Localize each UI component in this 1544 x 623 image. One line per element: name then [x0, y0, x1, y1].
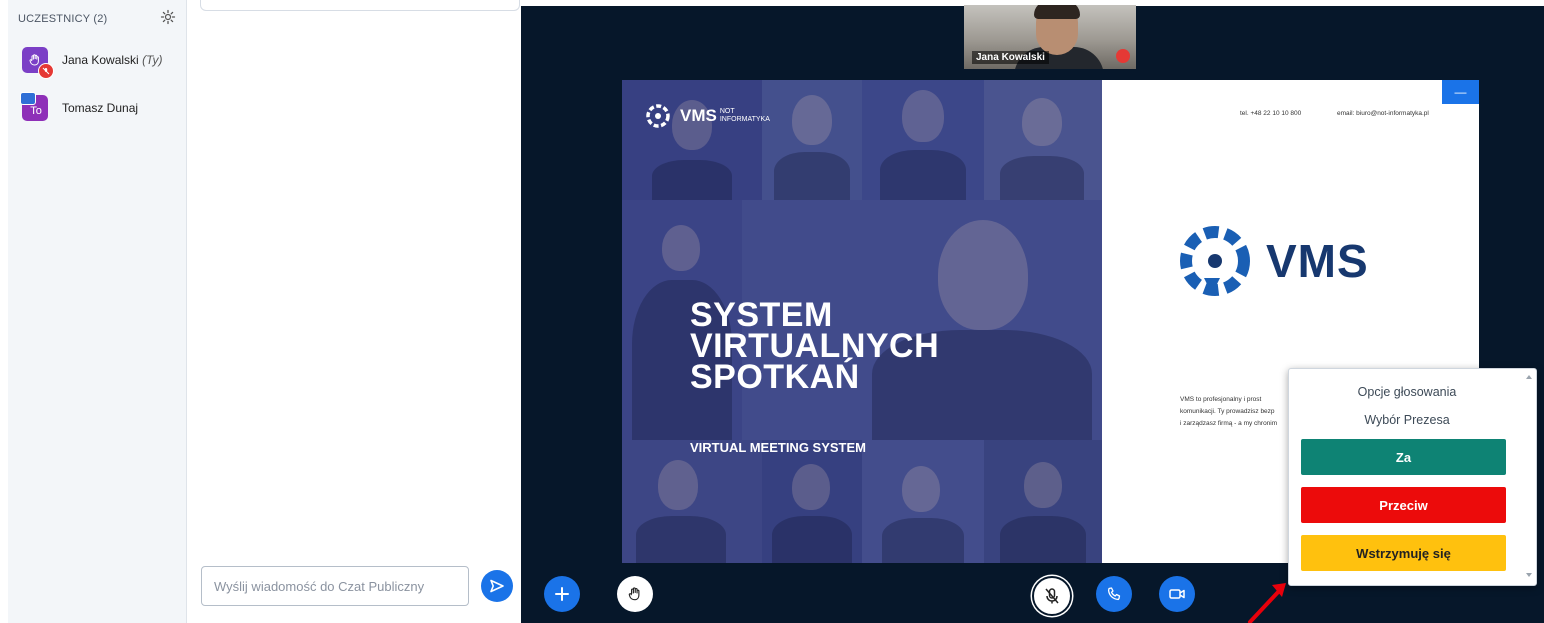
vms-logo-icon [646, 104, 670, 128]
participant-name: Jana Kowalski (Ty) [62, 53, 163, 67]
phone-icon [1107, 587, 1121, 601]
plus-icon [555, 587, 569, 601]
slide-big-logo: VMS [1170, 216, 1369, 306]
gear-icon[interactable] [160, 9, 176, 25]
annotation-arrow-icon [1248, 583, 1286, 623]
chat-message-input[interactable] [201, 566, 469, 606]
microphone-button[interactable] [1032, 576, 1072, 616]
slide-subtitle: VIRTUAL MEETING SYSTEM [690, 440, 866, 455]
avatar: To [20, 92, 48, 121]
slide-title: SYSTEM VIRTUALNYCH SPOTKAŃ [690, 296, 940, 396]
mic-muted-icon [1045, 588, 1059, 604]
minimize-presentation-button[interactable]: — [1442, 80, 1479, 104]
presenter-icon [20, 92, 36, 105]
send-button[interactable] [481, 570, 513, 602]
vms-logo-icon [1180, 226, 1250, 296]
slide-email: email: biuro@not-informatyka.pl [1337, 110, 1429, 117]
avatar-initials: To [30, 105, 42, 117]
webcam-video[interactable]: Jana Kowalski [964, 5, 1136, 69]
webcam-name-label: Jana Kowalski [972, 51, 1049, 64]
participant-item[interactable]: To Tomasz Dunaj [20, 92, 139, 124]
audio-button[interactable] [1096, 576, 1132, 612]
slide-logo: VMS NOT INFORMATYKA [642, 100, 770, 132]
participant-name: Tomasz Dunaj [62, 101, 139, 115]
video-icon [1169, 589, 1185, 599]
scroll-down-icon[interactable] [1526, 573, 1532, 577]
vote-against-button[interactable]: Przeciw [1301, 487, 1506, 523]
participants-panel: UCZESTNICY (2) Jana Kowalski (Ty) To Tom… [8, 0, 187, 623]
actions-button[interactable] [544, 576, 580, 612]
participant-item[interactable]: Jana Kowalski (Ty) [22, 44, 163, 79]
public-chat-panel [187, 0, 521, 623]
slide-body-text: VMS to profesjonalny i prost komunikacji… [1180, 396, 1278, 427]
chat-messages-area[interactable] [200, 0, 520, 11]
mic-muted-icon [1116, 49, 1130, 63]
scroll-up-icon[interactable] [1526, 375, 1532, 379]
vote-for-button[interactable]: Za [1301, 439, 1506, 475]
poll-panel: Opcje głosowania Wybór Prezesa Za Przeci… [1288, 368, 1537, 586]
mic-muted-icon [38, 63, 54, 79]
slide-left-panel: VMS NOT INFORMATYKA SYSTEM VIRTUALNYCH SP… [622, 80, 1102, 563]
hand-icon [628, 587, 640, 601]
you-suffix: (Ty) [142, 53, 163, 67]
vote-abstain-button[interactable]: Wstrzymuję się [1301, 535, 1506, 571]
raise-hand-button[interactable] [617, 576, 653, 612]
send-icon [490, 579, 504, 593]
poll-scrollbar[interactable] [1524, 371, 1534, 581]
slide-phone: tel. +48 22 10 10 800 [1240, 110, 1302, 117]
video-button[interactable] [1159, 576, 1195, 612]
poll-title: Opcje głosowania [1357, 385, 1457, 399]
poll-question: Wybór Prezesa [1364, 413, 1450, 427]
participants-header: UCZESTNICY (2) [18, 13, 108, 25]
avatar [22, 47, 54, 79]
